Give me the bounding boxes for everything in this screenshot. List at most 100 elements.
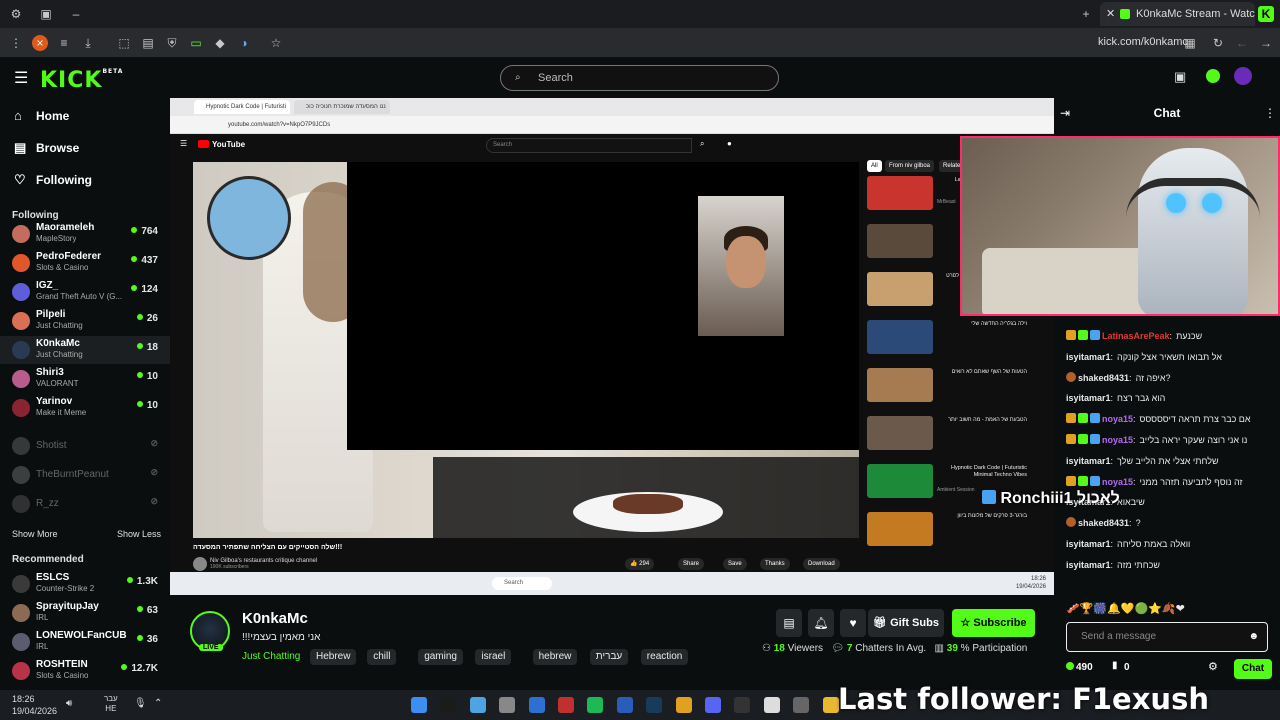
menu-dots-icon[interactable]: ⋮	[8, 35, 24, 51]
hamburger-menu-icon[interactable]: ☰	[14, 68, 28, 88]
star-icon[interactable]: ☆	[268, 35, 284, 51]
stream-tag[interactable]: israel	[475, 649, 512, 665]
chrome-icon[interactable]	[675, 697, 692, 713]
chat-username[interactable]: isyitamar1	[1066, 352, 1111, 362]
close-tab-icon[interactable]: ✕	[1106, 2, 1115, 26]
nav-browse[interactable]: ▤ Browse	[14, 140, 79, 156]
kick-points-icon[interactable]	[1206, 69, 1220, 83]
gear-icon[interactable]	[793, 697, 810, 713]
mic-icon[interactable]: 🎙︎	[134, 698, 150, 714]
sidebar-channel-roshtein[interactable]: ROSHTEIN Slots & Casino 12.7K	[0, 657, 170, 685]
grid-icon[interactable]	[528, 697, 545, 713]
show-more-link[interactable]: Show More	[12, 529, 58, 539]
chat-username[interactable]: shaked8431	[1078, 518, 1129, 528]
stream-category-link[interactable]: Just Chatting	[242, 651, 300, 662]
sidebar-channel-sprayitupjay[interactable]: SprayitupJay IRL 63	[0, 599, 170, 627]
sidebar-channel-k0nkamc[interactable]: K0nkaMc Just Chatting 18	[0, 336, 170, 364]
gift-subs-button[interactable]: 🎁︎ Gift Subs	[868, 609, 944, 637]
chevron-up-icon[interactable]: ⌃	[154, 698, 170, 714]
sliders-icon[interactable]: ≡	[56, 35, 72, 51]
chat-username[interactable]: noya15	[1102, 477, 1133, 487]
reload-icon[interactable]: ↻	[1210, 35, 1226, 51]
channel-points[interactable]: 490	[1076, 662, 1093, 673]
chat-username[interactable]: isyitamar1	[1066, 456, 1111, 466]
shield-icon[interactable]: ⛨	[164, 35, 180, 51]
chat-message-input[interactable]: Send a message ☻	[1066, 622, 1268, 652]
calendar-icon[interactable]	[763, 697, 780, 713]
subscribe-button[interactable]: ☆ Subscribe	[952, 609, 1035, 637]
gear-icon[interactable]: ⚙	[8, 6, 24, 22]
tab-icon[interactable]: ▣	[38, 6, 54, 22]
screenshot-icon[interactable]: ⬚	[116, 35, 132, 51]
steam-icon[interactable]	[646, 697, 663, 713]
search-input[interactable]: ⌕ Search	[500, 65, 779, 91]
chat-username[interactable]: LatinasArePeak	[1102, 331, 1170, 341]
chat-username[interactable]: isyitamar1	[1066, 539, 1111, 549]
sidebar-channel-igz-[interactable]: IGZ_ Grand Theft Auto V (G... 124	[0, 278, 170, 306]
word-icon[interactable]	[616, 697, 633, 713]
download-icon[interactable]: ⤓	[80, 35, 96, 51]
back-icon[interactable]: →	[1258, 35, 1274, 51]
sidebar-channel-pilpeli[interactable]: Pilpeli Just Chatting 26	[0, 307, 170, 335]
discord-icon[interactable]	[705, 697, 721, 713]
sidebar-channel-offline[interactable]: TheBurntPeanut ⊘	[0, 461, 170, 489]
stream-video-player[interactable]: Hypnotic Dark Code | Futuristi ננו המסעד…	[170, 98, 1054, 595]
stream-tag[interactable]: reaction	[640, 649, 689, 665]
file-icon[interactable]	[411, 697, 427, 713]
stream-tag[interactable]: hebrew	[532, 649, 578, 665]
sidebar-channel-eslcs[interactable]: ESLCS Counter-Strike 2 1.3K	[0, 570, 170, 598]
sidebar-channel-offline[interactable]: Shotist ⊘	[0, 432, 170, 460]
spotify-icon[interactable]	[587, 697, 604, 713]
diamond-icon[interactable]: ◆	[212, 35, 228, 51]
sidebar-channel-yarinov[interactable]: Yarinov Make it Meme 10	[0, 394, 170, 422]
nav-following[interactable]: ♡ Following	[14, 172, 92, 188]
follow-heart-button[interactable]: ♥	[840, 609, 866, 637]
page-icon[interactable]: ▤	[140, 35, 156, 51]
send-chat-button[interactable]: Chat	[1234, 659, 1272, 679]
sidebar-channel-offline[interactable]: R_zz ⊘	[0, 490, 170, 518]
extension-icon[interactable]: ×	[32, 35, 48, 51]
chat-username[interactable]: noya15	[1102, 435, 1133, 445]
speaker-icon[interactable]: 🔊︎	[66, 698, 82, 714]
user-avatar[interactable]	[1234, 67, 1252, 85]
nav-home[interactable]: ⌂ Home	[14, 108, 69, 123]
chat-username[interactable]: shaked8431	[1078, 373, 1129, 383]
streamer-name[interactable]: K0nkaMc	[242, 610, 308, 627]
stream-tag[interactable]: chill	[367, 649, 397, 665]
chat-username[interactable]: noya15	[1102, 414, 1133, 424]
obs-icon[interactable]	[734, 697, 751, 713]
stream-tag[interactable]: עברית	[589, 649, 629, 665]
address-bar[interactable]: kick.com/k0nkamc	[1098, 36, 1188, 48]
sidebar-channel-maorameleh[interactable]: Maorameleh MapleStory 764	[0, 220, 170, 248]
folder-icon[interactable]	[822, 697, 839, 713]
stream-tag[interactable]: gaming	[418, 649, 463, 665]
kick-extension-icon[interactable]: K	[1258, 6, 1274, 22]
language-indicator[interactable]: עבר HE	[104, 694, 118, 714]
translate-icon[interactable]: ◑	[236, 35, 252, 51]
browser-tab-active[interactable]: ✕ K0nkaMc Stream - Watch L	[1100, 2, 1255, 26]
forward-icon[interactable]: ←	[1234, 35, 1250, 51]
notification-bell-button[interactable]: 🔔︎	[808, 609, 834, 637]
editor-icon[interactable]	[469, 697, 486, 713]
chat-username[interactable]: isyitamar1	[1066, 393, 1111, 403]
sidebar-channel-lonewolfancub[interactable]: LONEWOLFanCUB IRL 36	[0, 628, 170, 656]
settings-gear-icon[interactable]: ⚙	[1208, 660, 1218, 673]
stream-tag[interactable]: Hebrew	[310, 649, 357, 665]
new-tab-icon[interactable]: +	[1078, 6, 1094, 22]
clip-button[interactable]: ▤	[776, 609, 802, 637]
sidebar-channel-pedrofederer[interactable]: PedroFederer Slots & Casino 437	[0, 249, 170, 277]
chat-menu-icon[interactable]: ⋮	[1264, 106, 1276, 120]
emoji-icon[interactable]: ☻	[1248, 623, 1259, 651]
sidebar-channel-shiri3[interactable]: Shiri3 VALORANT 10	[0, 365, 170, 393]
show-less-link[interactable]: Show Less	[117, 529, 161, 539]
settings-icon[interactable]	[499, 697, 516, 713]
kick-logo[interactable]: KICKBETA	[40, 68, 123, 93]
inbox-icon[interactable]: ▣	[1174, 69, 1186, 85]
kick-coins[interactable]: 0	[1124, 662, 1130, 673]
tf-icon[interactable]	[558, 697, 574, 713]
chat-username[interactable]: isyitamar1	[1066, 560, 1111, 570]
battery-icon[interactable]: ▭	[188, 35, 204, 51]
reader-icon[interactable]: ▦	[1182, 35, 1198, 51]
minimize-icon[interactable]: –	[68, 6, 84, 22]
steam-like-icon[interactable]	[440, 697, 457, 713]
